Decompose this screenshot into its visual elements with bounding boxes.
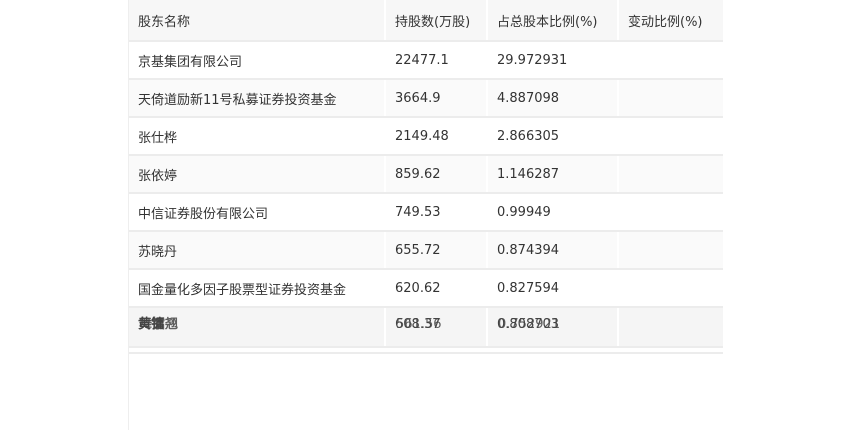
cell-ratio: 0.827594 — [487, 269, 619, 308]
cell-shareholder-name: 天倚道励新11号私募证券投资基金 — [129, 79, 386, 118]
cell-shares: 655.72 — [385, 231, 488, 270]
cell-shareholder-name: 张依婷 — [129, 155, 386, 194]
table-row: 张依婷 859.62 1.146287 — [129, 155, 723, 194]
overlap-text-b: 0.752921 — [498, 317, 561, 332]
cell-ratio: 2.866305 — [487, 117, 619, 156]
cell-change-ratio — [618, 79, 723, 118]
cell-ratio: 1.146287 — [487, 155, 619, 194]
cell-shares: 620.62 — [385, 269, 488, 308]
header-shareholder-name: 股东名称 — [129, 0, 386, 42]
overlap-text-b: 561.56 — [396, 317, 442, 332]
cell-shares: 749.53 — [385, 193, 488, 232]
cell-ratio: 0.874394 — [487, 231, 619, 270]
cell-change-ratio — [618, 41, 723, 80]
table-row: 天倚道励新11号私募证券投资基金 3664.9 4.887098 — [129, 79, 723, 118]
cell-ratio: 29.972931 — [487, 41, 619, 80]
cell-ratio: 0.99949 — [487, 193, 619, 232]
table-row: 中信证券股份有限公司 749.53 0.99949 — [129, 193, 723, 232]
cell-shares: 3664.9 — [385, 79, 488, 118]
cell-shares: 22477.1 — [385, 41, 488, 80]
cell-change-ratio — [618, 231, 723, 270]
cell-shares: 859.62 — [385, 155, 488, 194]
cell-shares: 2149.48 — [385, 117, 488, 156]
top-shareholders-table: 股东名称 持股数(万股) 占总股本比例(%) 变动比例(%) 京基集团有限公司 … — [129, 0, 723, 348]
cell-change-ratio — [618, 155, 723, 194]
cell-shares: 608.37 561.56 — [385, 307, 488, 348]
cell-ratio: 0.808703 0.752921 — [487, 307, 619, 348]
cell-shareholder-name: 国金量化多因子股票型证券投资基金 — [129, 269, 386, 308]
header-ratio: 占总股本比例(%) — [487, 0, 619, 42]
cell-shareholder-name: 中信证券股份有限公司 — [129, 193, 386, 232]
cell-shareholder-name: 京基集团有限公司 — [129, 41, 386, 80]
header-shares: 持股数(万股) — [385, 0, 488, 42]
shareholder-panel: 股东名称 持股数(万股) 占总股本比例(%) 变动比例(%) 京基集团有限公司 … — [128, 0, 723, 430]
cell-change-ratio — [618, 269, 723, 308]
cell-change-ratio — [618, 307, 723, 348]
cell-ratio: 4.887098 — [487, 79, 619, 118]
table-bottom-divider — [129, 352, 723, 354]
table-row: 国金量化多因子股票型证券投资基金 620.62 0.827594 — [129, 269, 723, 308]
table-row: 苏晓丹 655.72 0.874394 — [129, 231, 723, 270]
table-header-row: 股东名称 持股数(万股) 占总股本比例(%) 变动比例(%) — [129, 0, 723, 42]
cell-shareholder-name: 黄镛 舞擂翘 — [129, 307, 386, 348]
table-row: 张仕桦 2149.48 2.866305 — [129, 117, 723, 156]
cell-change-ratio — [618, 117, 723, 156]
cell-shareholder-name: 张仕桦 — [129, 117, 386, 156]
table-row-overlapping-text: 黄镛 舞擂翘 608.37 561.56 0.808703 0.752921 — [129, 307, 723, 348]
cell-change-ratio — [618, 193, 723, 232]
table-row: 京基集团有限公司 22477.1 29.972931 — [129, 41, 723, 80]
overlap-text-b: 舞擂翘 — [139, 317, 179, 332]
header-change-ratio: 变动比例(%) — [618, 0, 723, 42]
cell-shareholder-name: 苏晓丹 — [129, 231, 386, 270]
